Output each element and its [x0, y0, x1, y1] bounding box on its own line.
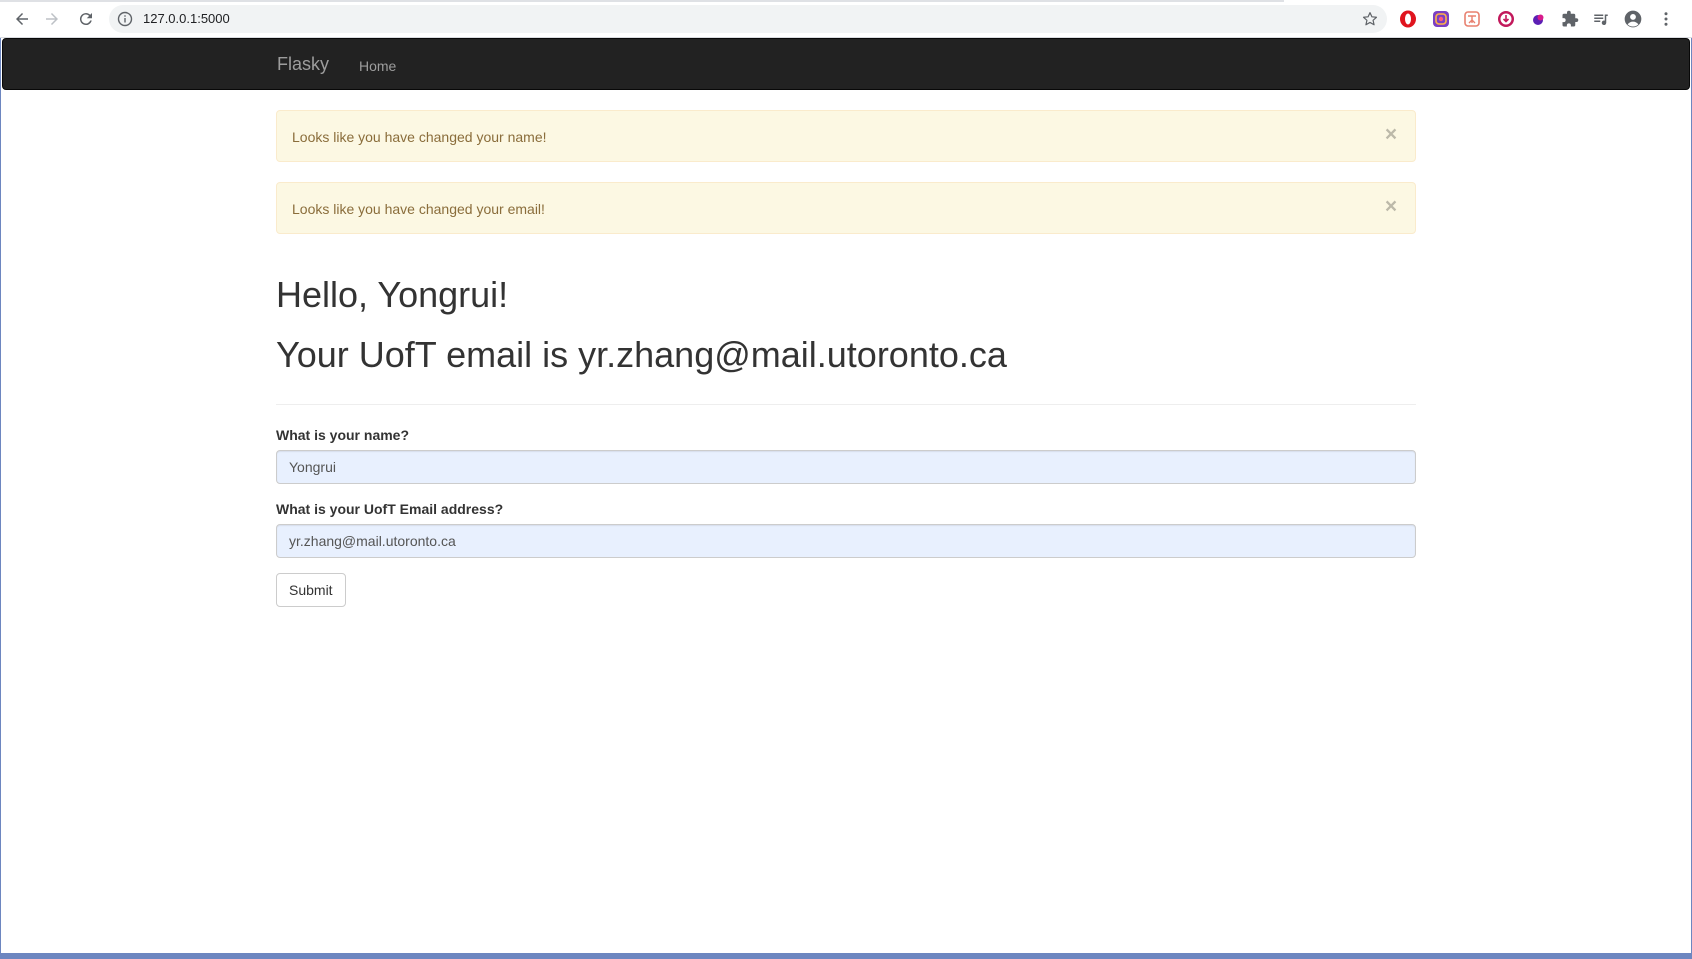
forward-arrow-icon[interactable] — [40, 7, 64, 31]
translate-extension-icon[interactable] — [1462, 9, 1482, 29]
email-label: What is your UofT Email address? — [276, 501, 504, 517]
alert-email-changed: Looks like you have changed your email! … — [276, 182, 1416, 234]
star-icon[interactable] — [1361, 10, 1379, 28]
profile-form: What is your name? What is your UofT Ema… — [276, 425, 1416, 607]
more-menu-icon[interactable] — [1656, 9, 1676, 29]
download-extension-icon[interactable] — [1496, 9, 1516, 29]
navbar: Flasky Home — [2, 38, 1690, 90]
close-icon[interactable]: × — [1381, 195, 1401, 219]
opera-extension-icon[interactable] — [1398, 9, 1418, 29]
email-form-group: What is your UofT Email address? — [276, 499, 1416, 558]
browser-toolbar: 127.0.0.1:5000 — [0, 0, 1692, 38]
navbar-brand[interactable]: Flasky — [277, 54, 329, 74]
alert-message: Looks like you have changed your email! — [292, 201, 545, 217]
name-field[interactable] — [276, 450, 1416, 484]
email-field[interactable] — [276, 524, 1416, 558]
purple-dot-extension-icon[interactable] — [1528, 9, 1548, 29]
main-container: Looks like you have changed your name! ×… — [276, 110, 1416, 607]
puzzle-extensions-icon[interactable] — [1560, 9, 1580, 29]
name-label: What is your name? — [276, 427, 410, 443]
profile-avatar-icon[interactable] — [1623, 9, 1643, 29]
info-icon[interactable] — [117, 11, 133, 27]
page-viewport: Flasky Home Looks like you have changed … — [0, 38, 1692, 959]
back-arrow-icon[interactable] — [10, 7, 34, 31]
greeting-heading: Hello, Yongrui! — [276, 274, 509, 315]
page-load-progress — [0, 0, 1284, 2]
name-form-group: What is your name? — [276, 425, 1416, 484]
address-bar[interactable]: 127.0.0.1:5000 — [109, 5, 1387, 33]
alert-message: Looks like you have changed your name! — [292, 129, 547, 145]
reload-icon[interactable] — [74, 7, 98, 31]
submit-button[interactable]: Submit — [276, 573, 346, 607]
alert-name-changed: Looks like you have changed your name! × — [276, 110, 1416, 162]
close-icon[interactable]: × — [1381, 123, 1401, 147]
url-text: 127.0.0.1:5000 — [143, 11, 230, 26]
nav-link-home[interactable]: Home — [359, 56, 396, 76]
email-heading: Your UofT email is yr.zhang@mail.utoront… — [276, 334, 1007, 375]
media-queue-icon[interactable] — [1591, 9, 1611, 29]
page-header: Hello, Yongrui! Your UofT email is yr.zh… — [276, 270, 1416, 405]
instagram-extension-icon[interactable] — [1431, 9, 1451, 29]
